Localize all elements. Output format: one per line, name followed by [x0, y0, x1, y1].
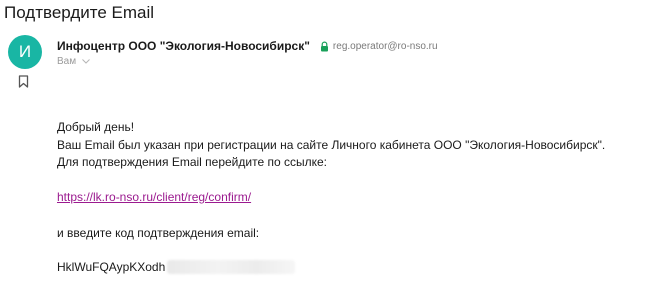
recipient-label[interactable]: Вам	[57, 56, 76, 67]
sender-email[interactable]: reg.operator@ro-nso.ru	[333, 41, 438, 52]
chevron-down-icon[interactable]	[82, 59, 90, 64]
body-line-confirm-prompt: Для подтверждения Email перейдите по ссы…	[57, 155, 327, 169]
bookmark-icon[interactable]	[18, 75, 29, 88]
body-line-code-prompt: и введите код подтверждения email:	[57, 226, 260, 240]
email-view: Подтвердите Email И Инфоцентр ООО "Эколо…	[0, 0, 660, 285]
sender-name[interactable]: Инфоцентр ООО "Экология-Новосибирск"	[57, 39, 310, 53]
confirmation-code: HklWuFQAypKXodh	[57, 260, 296, 274]
sender-row: Инфоцентр ООО "Экология-Новосибирск" reg…	[57, 39, 438, 53]
email-subject: Подтвердите Email	[4, 3, 155, 22]
lock-icon	[320, 41, 328, 51]
body-line-registration: Ваш Email был указан при регистрации на …	[57, 138, 606, 152]
avatar[interactable]: И	[8, 35, 42, 69]
confirmation-code-text: HklWuFQAypKXodh	[57, 260, 166, 274]
recipient-row[interactable]: Вам	[57, 56, 90, 67]
greeting-text: Добрый день!	[57, 120, 135, 134]
redacted-code-blur	[167, 260, 296, 274]
confirm-link[interactable]: https://lk.ro-nso.ru/client/reg/confirm/	[57, 190, 251, 204]
